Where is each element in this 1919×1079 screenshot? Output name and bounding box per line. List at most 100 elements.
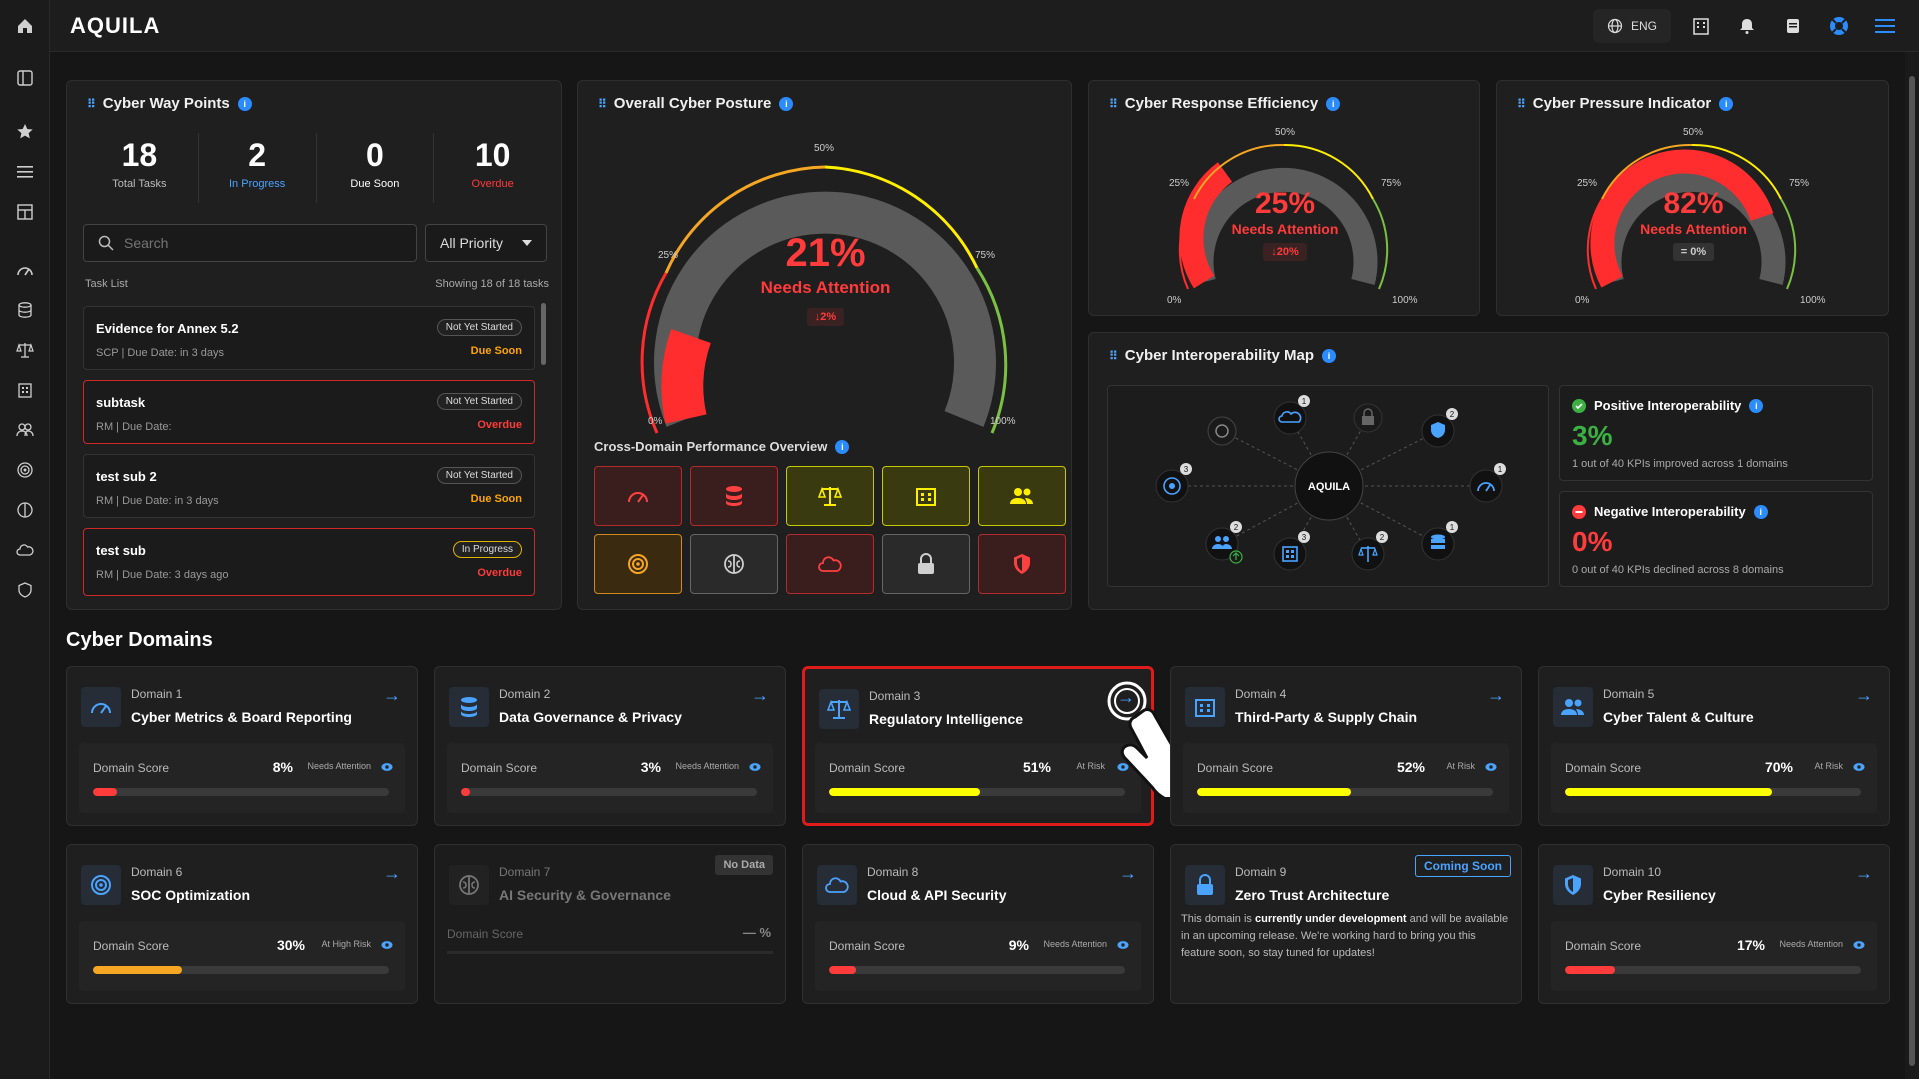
- domain-card-10[interactable]: Domain 10 Cyber Resiliency → Domain Scor…: [1538, 844, 1890, 1004]
- domain-card-1[interactable]: Domain 1 Cyber Metrics & Board Reporting…: [66, 666, 418, 826]
- building-nav-icon[interactable]: [13, 378, 37, 402]
- database-nav-icon[interactable]: [13, 298, 37, 322]
- info-icon[interactable]: i: [1326, 96, 1341, 111]
- info-icon[interactable]: i: [1749, 398, 1764, 413]
- gauge-icon: [628, 492, 648, 503]
- priority-dropdown[interactable]: All Priority: [425, 224, 547, 262]
- scale-nav-icon[interactable]: [13, 338, 37, 362]
- task-meta: RM | Due Date: in 3 days: [96, 495, 219, 507]
- shield-nav-icon[interactable]: [13, 578, 37, 602]
- task-item[interactable]: subtask RM | Due Date: Not Yet Started O…: [83, 380, 535, 444]
- tick-50: 50%: [1275, 127, 1295, 138]
- document-icon[interactable]: [1777, 10, 1809, 42]
- domain-card-7[interactable]: Domain 7 AI Security & Governance No Dat…: [434, 844, 786, 1004]
- domain-card-3[interactable]: Domain 3 Regulatory Intelligence → Domai…: [802, 666, 1215, 826]
- domain-score-bar: [93, 788, 389, 796]
- interop-card: ⠿ Cyber Interoperability Map i AQUILA 1 …: [1088, 332, 1889, 610]
- info-icon[interactable]: i: [237, 96, 252, 111]
- language-selector[interactable]: ENG: [1592, 9, 1671, 43]
- domain-card-4[interactable]: Domain 4 Third-Party & Supply Chain → Do…: [1170, 666, 1522, 826]
- arrow-right-icon[interactable]: →: [383, 685, 401, 706]
- eye-icon[interactable]: [381, 761, 393, 773]
- info-icon[interactable]: i: [1753, 504, 1768, 519]
- domain-score-bar: [829, 788, 1125, 796]
- drag-handle-icon[interactable]: ⠿: [1109, 97, 1118, 111]
- menu-icon[interactable]: [1869, 10, 1901, 42]
- drag-handle-icon[interactable]: ⠿: [1109, 349, 1118, 363]
- eye-icon[interactable]: [1485, 761, 1497, 773]
- search-input[interactable]: [124, 235, 384, 251]
- node-metrics[interactable]: [1469, 469, 1503, 503]
- node-ai[interactable]: [1207, 416, 1237, 446]
- perf-tile-cloud[interactable]: [786, 534, 874, 594]
- perf-tile-regulatory[interactable]: [786, 466, 874, 526]
- perf-tile-ai[interactable]: [690, 534, 778, 594]
- support-icon[interactable]: [1823, 10, 1855, 42]
- arrow-right-icon[interactable]: →: [1487, 685, 1505, 706]
- task-name: subtask: [96, 395, 146, 410]
- drag-handle-icon[interactable]: ⠿: [598, 97, 607, 111]
- app-logo[interactable]: AQUILA: [70, 13, 160, 39]
- gauge-nav-icon[interactable]: [13, 258, 37, 282]
- page-scrollbar[interactable]: [1905, 52, 1919, 1079]
- perf-tile-zero-trust[interactable]: [882, 534, 970, 594]
- perf-tile-resiliency[interactable]: [978, 534, 1066, 594]
- brain-nav-icon[interactable]: [13, 498, 37, 522]
- cloud-nav-icon[interactable]: [13, 538, 37, 562]
- star-icon[interactable]: [13, 120, 37, 144]
- tasklist-scrollbar[interactable]: [541, 303, 546, 365]
- node-data[interactable]: [1421, 527, 1455, 561]
- eye-icon[interactable]: [749, 761, 761, 773]
- task-name: Evidence for Annex 5.2: [96, 321, 239, 336]
- building-icon[interactable]: [1685, 10, 1717, 42]
- panel-toggle-icon[interactable]: [13, 66, 37, 90]
- domain-card-6[interactable]: Domain 6 SOC Optimization → Domain Score…: [66, 844, 418, 1004]
- drag-handle-icon[interactable]: ⠿: [1517, 97, 1526, 111]
- eye-icon[interactable]: [1853, 939, 1865, 951]
- list-icon[interactable]: [13, 160, 37, 184]
- home-icon[interactable]: [13, 14, 37, 38]
- bell-icon[interactable]: [1731, 10, 1763, 42]
- eye-icon[interactable]: [1853, 761, 1865, 773]
- search-box[interactable]: [83, 224, 417, 262]
- perf-grid: [594, 466, 1066, 594]
- eye-icon[interactable]: [1117, 939, 1129, 951]
- layout-icon[interactable]: [13, 200, 37, 224]
- perf-tile-third-party[interactable]: [882, 466, 970, 526]
- scrollbar-thumb[interactable]: [1909, 76, 1915, 1066]
- task-item[interactable]: Evidence for Annex 5.2 SCP | Due Date: i…: [83, 306, 535, 370]
- target-nav-icon[interactable]: [13, 458, 37, 482]
- svg-text:2: 2: [1380, 533, 1385, 542]
- perf-tile-soc[interactable]: [594, 534, 682, 594]
- arrow-right-icon[interactable]: →: [751, 685, 769, 706]
- people-nav-icon[interactable]: [13, 418, 37, 442]
- perf-tile-talent[interactable]: [978, 466, 1066, 526]
- perf-tile-data[interactable]: [690, 466, 778, 526]
- arrow-right-icon[interactable]: →: [1119, 863, 1137, 884]
- task-item[interactable]: test sub RM | Due Date: 3 days ago In Pr…: [83, 528, 535, 596]
- drag-handle-icon[interactable]: ⠿: [87, 97, 96, 111]
- arrow-right-icon[interactable]: →: [383, 863, 401, 884]
- node-third-party[interactable]: [1273, 537, 1307, 571]
- domain-card-9[interactable]: Domain 9 Zero Trust Architecture Coming …: [1170, 844, 1522, 1004]
- domain-card-8[interactable]: Domain 8 Cloud & API Security → Domain S…: [802, 844, 1154, 1004]
- domain-number: Domain 10: [1603, 865, 1662, 879]
- task-item[interactable]: test sub 2 RM | Due Date: in 3 days Not …: [83, 454, 535, 518]
- info-icon[interactable]: i: [1719, 96, 1734, 111]
- task-status-badge: In Progress: [452, 541, 522, 558]
- arrow-right-icon[interactable]: →: [1855, 685, 1873, 706]
- positive-desc: 1 out of 40 KPIs improved across 1 domai…: [1572, 458, 1788, 470]
- info-icon[interactable]: i: [835, 439, 850, 454]
- eye-icon[interactable]: [381, 939, 393, 951]
- domain-card-2[interactable]: Domain 2 Data Governance & Privacy → Dom…: [434, 666, 786, 826]
- domain-card-5[interactable]: Domain 5 Cyber Talent & Culture → Domain…: [1538, 666, 1890, 826]
- domain-score-panel: Domain Score 52% At Risk: [1183, 743, 1509, 813]
- tick-100: 100%: [1392, 295, 1418, 306]
- domain-score-value: 17%: [1736, 937, 1765, 953]
- arrow-right-icon[interactable]: →: [1855, 863, 1873, 884]
- info-icon[interactable]: i: [779, 96, 794, 111]
- perf-tile-metrics[interactable]: [594, 466, 682, 526]
- domain-score-label: Domain Score: [93, 761, 170, 775]
- posture-readout: 21% Needs Attention ↓2%: [578, 231, 1073, 326]
- info-icon[interactable]: i: [1322, 348, 1337, 363]
